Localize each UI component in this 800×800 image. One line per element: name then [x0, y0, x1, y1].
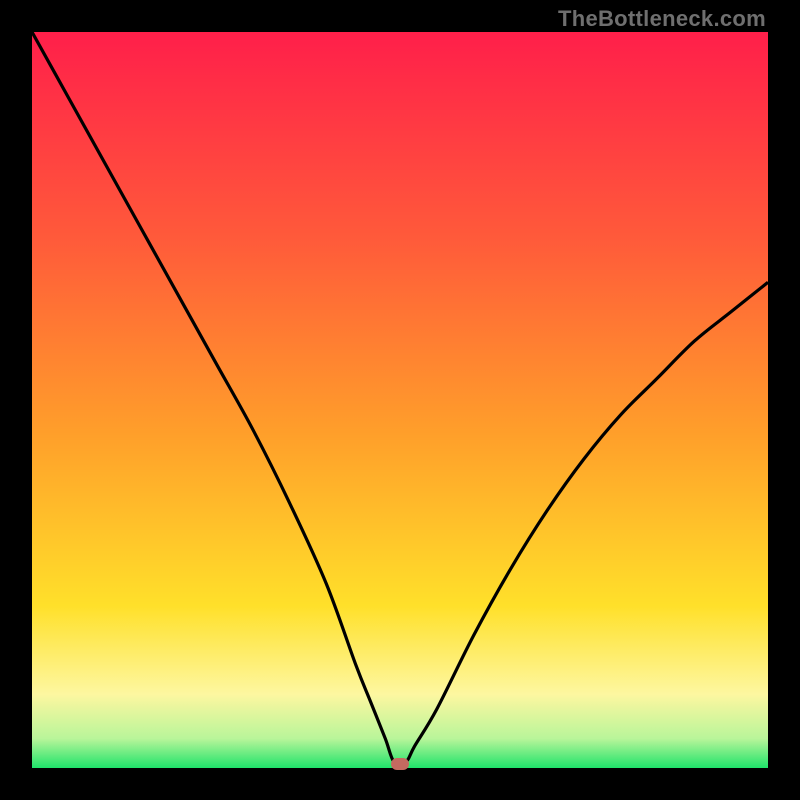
watermark-text: TheBottleneck.com: [558, 6, 766, 32]
minimum-marker: [391, 758, 409, 770]
bottleneck-curve: [32, 32, 768, 768]
curve-path: [32, 32, 768, 765]
plot-area: [32, 32, 768, 768]
chart-frame: TheBottleneck.com: [0, 0, 800, 800]
